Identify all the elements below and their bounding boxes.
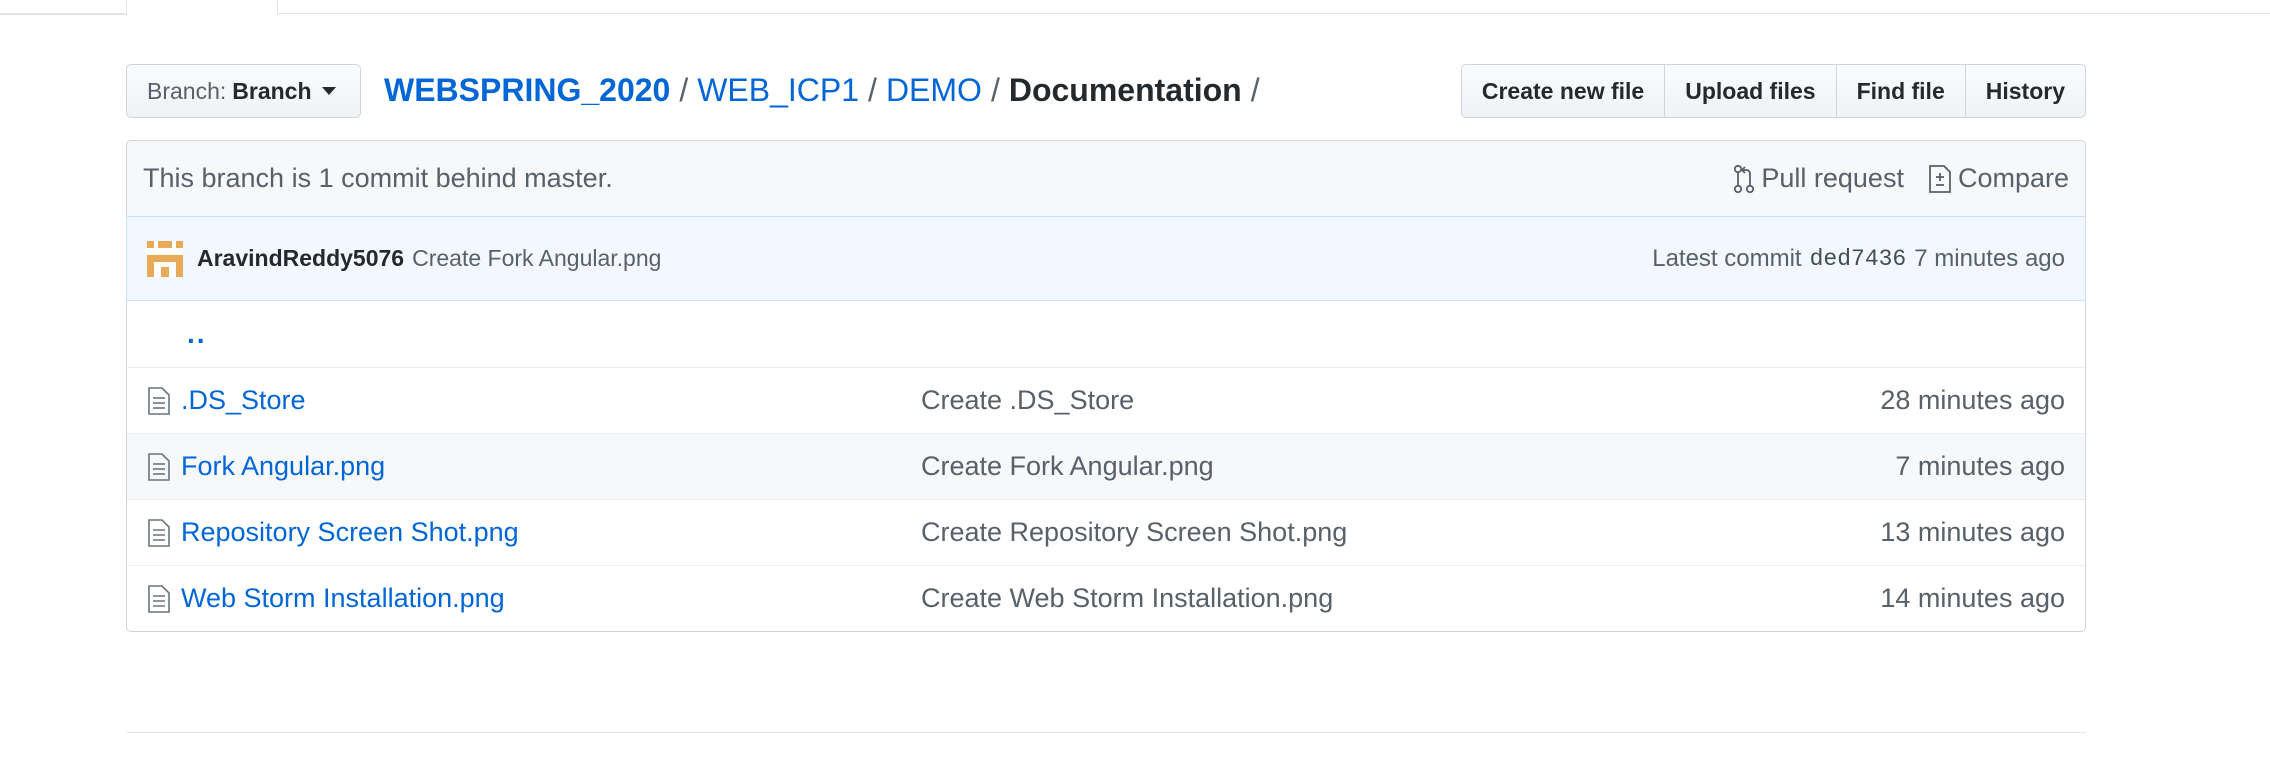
latest-commit-label: Latest commit bbox=[1652, 244, 1802, 272]
main-container: Branch: Branch WEBSPRING_2020/WEB_ICP1/D… bbox=[126, 64, 2086, 632]
file-age: 28 minutes ago bbox=[1880, 385, 2065, 415]
parent-directory-link[interactable]: .. bbox=[187, 318, 207, 350]
breadcrumb-separator: / bbox=[868, 72, 877, 108]
branch-value: Branch bbox=[232, 77, 312, 104]
file-icon bbox=[148, 519, 170, 547]
branch-status-message: This branch is 1 commit behind master. bbox=[143, 163, 613, 193]
file-age: 14 minutes ago bbox=[1880, 583, 2065, 613]
pull-request-label: Pull request bbox=[1761, 163, 1904, 193]
compare-icon bbox=[1929, 164, 1951, 193]
caret-down-icon bbox=[321, 87, 336, 95]
file-commit-message[interactable]: Create Repository Screen Shot.png bbox=[921, 517, 1347, 548]
file-commit-message[interactable]: Create Fork Angular.png bbox=[921, 451, 1214, 482]
file-navigation: Branch: Branch WEBSPRING_2020/WEB_ICP1/D… bbox=[126, 64, 2086, 120]
file-actions-group: Create new file Upload files Find file H… bbox=[1460, 64, 2086, 118]
table-row: Fork Angular.png Create Fork Angular.png… bbox=[127, 433, 2085, 499]
table-row: Repository Screen Shot.png Create Reposi… bbox=[127, 499, 2085, 565]
table-row-up: .. bbox=[127, 301, 2085, 367]
tab-strip bbox=[0, 0, 2270, 15]
branch-prefix: Branch: bbox=[147, 77, 227, 104]
file-name-link[interactable]: Fork Angular.png bbox=[181, 451, 385, 482]
branch-infobar: This branch is 1 commit behind master. P… bbox=[126, 140, 2086, 216]
file-name-link[interactable]: .DS_Store bbox=[181, 385, 306, 416]
tab-inactive[interactable] bbox=[0, 0, 126, 15]
file-icon bbox=[148, 387, 170, 415]
breadcrumb: WEBSPRING_2020/WEB_ICP1/DEMO / Documentati… bbox=[384, 68, 1269, 112]
compare-link[interactable]: Compare bbox=[1928, 163, 2069, 194]
commit-tease: AravindReddy5076 Create Fork Angular.png… bbox=[126, 216, 2086, 301]
pull-request-link[interactable]: Pull request bbox=[1733, 163, 1904, 194]
create-new-file-button[interactable]: Create new file bbox=[1460, 64, 1666, 118]
breadcrumb-root-link[interactable]: WEBSPRING_2020 bbox=[384, 72, 670, 108]
file-age: 13 minutes ago bbox=[1880, 517, 2065, 547]
file-icon bbox=[148, 453, 170, 481]
table-row: .DS_Store Create .DS_Store 28 minutes ag… bbox=[127, 367, 2085, 433]
commit-sha[interactable]: ded7436 bbox=[1810, 246, 1907, 272]
breadcrumb-current: Documentation bbox=[1008, 72, 1242, 108]
breadcrumb-separator: / bbox=[990, 72, 1000, 108]
breadcrumb-link-web-icp1[interactable]: WEB_ICP1 bbox=[697, 72, 859, 108]
file-table: .. .DS_Store Create .DS_Store 28 minutes… bbox=[126, 301, 2086, 632]
repo-file-browser: Branch: Branch WEBSPRING_2020/WEB_ICP1/D… bbox=[0, 0, 2270, 782]
compare-label: Compare bbox=[1957, 163, 2069, 193]
commit-author[interactable]: AravindReddy5076 bbox=[197, 245, 404, 272]
file-commit-message[interactable]: Create .DS_Store bbox=[921, 385, 1134, 416]
commit-age: 7 minutes ago bbox=[1914, 244, 2065, 272]
file-name-link[interactable]: Repository Screen Shot.png bbox=[181, 517, 519, 548]
tab-active[interactable] bbox=[126, 0, 278, 15]
table-row: Web Storm Installation.png Create Web St… bbox=[127, 565, 2085, 631]
avatar[interactable] bbox=[147, 240, 183, 277]
breadcrumb-separator: / bbox=[1250, 72, 1260, 108]
file-commit-message[interactable]: Create Web Storm Installation.png bbox=[921, 583, 1333, 614]
find-file-button[interactable]: Find file bbox=[1835, 64, 1966, 118]
commit-message[interactable]: Create Fork Angular.png bbox=[412, 245, 1652, 272]
breadcrumb-separator: / bbox=[679, 72, 689, 108]
branch-select-button[interactable]: Branch: Branch bbox=[126, 64, 361, 118]
breadcrumb-link-demo[interactable]: DEMO bbox=[886, 72, 982, 108]
footer-divider bbox=[126, 732, 2086, 733]
file-name-link[interactable]: Web Storm Installation.png bbox=[181, 583, 505, 614]
history-button[interactable]: History bbox=[1964, 64, 2086, 118]
file-age: 7 minutes ago bbox=[1895, 451, 2065, 481]
pull-request-icon bbox=[1734, 164, 1755, 193]
upload-files-button[interactable]: Upload files bbox=[1664, 64, 1837, 118]
file-icon bbox=[148, 585, 170, 613]
